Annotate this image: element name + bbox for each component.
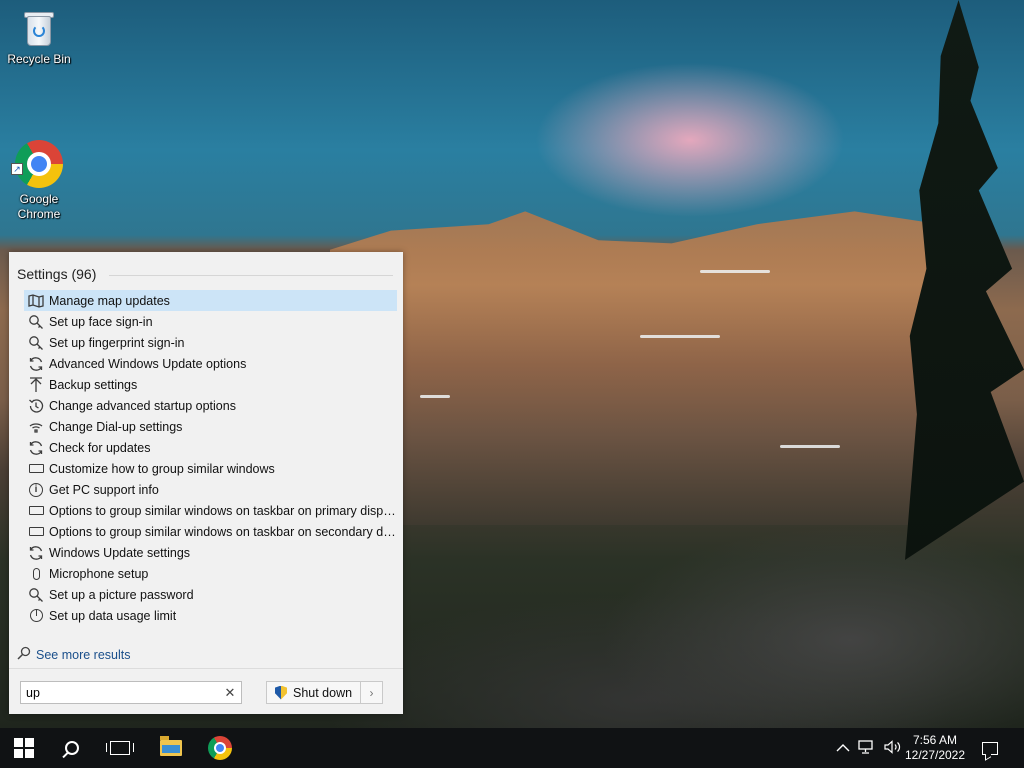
upload-arrow-icon xyxy=(28,376,44,393)
wallpaper-snow xyxy=(640,335,720,338)
desktop-icon-recycle-bin[interactable]: Recycle Bin xyxy=(1,8,77,67)
taskbar-icon xyxy=(28,503,44,519)
sync-icon xyxy=(28,545,44,561)
desktop-icon-label: Recycle Bin xyxy=(7,52,71,66)
key-search-icon xyxy=(28,335,44,351)
shutdown-button[interactable]: Shut down xyxy=(267,682,360,703)
search-bottom-bar: ✕ Shut down › xyxy=(9,668,403,714)
result-label: Set up face sign-in xyxy=(49,314,153,329)
chrome-taskbar-button[interactable] xyxy=(196,728,244,768)
result-item-advanced-startup[interactable]: Change advanced startup options xyxy=(24,395,397,416)
result-item-backup-settings[interactable]: Backup settings xyxy=(24,374,397,395)
result-item-customize-group-windows[interactable]: Customize how to group similar windows xyxy=(24,458,397,479)
result-label: Set up fingerprint sign-in xyxy=(49,335,185,350)
result-label: Check for updates xyxy=(49,440,151,455)
action-center-button[interactable] xyxy=(975,728,1005,768)
sync-icon xyxy=(28,440,44,456)
map-icon xyxy=(28,293,44,309)
taskbar-search-button[interactable] xyxy=(48,728,96,768)
dialup-icon xyxy=(28,419,44,435)
search-input[interactable] xyxy=(21,685,219,700)
result-item-check-for-updates[interactable]: Check for updates xyxy=(24,437,397,458)
result-label: Set up data usage limit xyxy=(49,608,177,623)
section-title: Settings (96) xyxy=(17,266,97,282)
key-search-icon xyxy=(28,587,44,603)
result-item-manage-map-updates[interactable]: Manage map updates xyxy=(24,290,397,311)
result-item-picture-password[interactable]: Set up a picture password xyxy=(24,584,397,605)
start-button[interactable] xyxy=(0,728,48,768)
result-label: Customize how to group similar windows xyxy=(49,461,275,476)
network-icon[interactable] xyxy=(858,739,876,757)
folder-icon xyxy=(160,736,182,756)
notification-icon xyxy=(982,741,998,755)
result-item-microphone-setup[interactable]: Microphone setup xyxy=(24,563,397,584)
key-search-icon xyxy=(28,314,44,330)
clock[interactable]: 7:56 AM 12/27/2022 xyxy=(900,728,970,768)
windows-logo-icon xyxy=(14,738,34,758)
search-box: ✕ xyxy=(20,681,242,704)
result-label: Set up a picture password xyxy=(49,587,194,602)
shutdown-button-group: Shut down › xyxy=(266,681,383,704)
result-label: Windows Update settings xyxy=(49,545,191,560)
result-item-group-windows-secondary[interactable]: Options to group similar windows on task… xyxy=(24,521,397,542)
search-panel: Settings (96) Manage map updates Set up … xyxy=(9,252,403,714)
result-item-pc-support-info[interactable]: i Get PC support info xyxy=(24,479,397,500)
result-item-dialup-settings[interactable]: Change Dial-up settings xyxy=(24,416,397,437)
history-icon xyxy=(28,398,44,414)
result-item-face-sign-in[interactable]: Set up face sign-in xyxy=(24,311,397,332)
clock-time: 7:56 AM xyxy=(912,733,958,747)
see-more-label: See more results xyxy=(36,647,131,662)
result-label: Options to group similar windows on task… xyxy=(49,503,397,518)
results-list: Manage map updates Set up face sign-in S… xyxy=(24,290,397,626)
taskbar: 7:56 AM 12/27/2022 xyxy=(0,728,1024,768)
clear-icon[interactable]: ✕ xyxy=(219,685,241,701)
result-label: Advanced Windows Update options xyxy=(49,356,247,371)
result-label: Backup settings xyxy=(49,377,138,392)
desktop-icon-chrome[interactable]: ↗ Google Chrome xyxy=(1,110,77,222)
system-tray xyxy=(832,728,906,768)
microphone-icon xyxy=(28,566,44,582)
result-label: Change Dial-up settings xyxy=(49,419,183,434)
wallpaper-mountain xyxy=(330,211,940,525)
shortcut-arrow-icon: ↗ xyxy=(11,163,23,175)
result-label: Microphone setup xyxy=(49,566,149,581)
chevron-up-icon[interactable] xyxy=(836,741,850,756)
result-item-data-usage-limit[interactable]: Set up data usage limit xyxy=(24,605,397,626)
task-view-button[interactable] xyxy=(96,728,144,768)
result-item-fingerprint-sign-in[interactable]: Set up fingerprint sign-in xyxy=(24,332,397,353)
shield-icon xyxy=(275,685,287,700)
taskbar-icon xyxy=(28,461,44,477)
clock-date: 12/27/2022 xyxy=(904,748,966,762)
result-item-group-windows-primary[interactable]: Options to group similar windows on task… xyxy=(24,500,397,521)
wallpaper-snow xyxy=(420,395,450,398)
section-divider xyxy=(109,275,393,276)
chrome-icon xyxy=(208,736,232,760)
search-icon xyxy=(65,741,79,755)
result-label: Get PC support info xyxy=(49,482,159,497)
shutdown-options-arrow[interactable]: › xyxy=(360,682,382,703)
wallpaper-snow xyxy=(700,270,770,273)
shutdown-label: Shut down xyxy=(293,685,353,700)
file-explorer-button[interactable] xyxy=(147,728,195,768)
task-view-icon xyxy=(106,741,134,755)
wallpaper-snow xyxy=(780,445,840,448)
result-label: Options to group similar windows on task… xyxy=(49,524,397,539)
result-item-windows-update-settings[interactable]: Windows Update settings xyxy=(24,542,397,563)
recycle-bin-icon xyxy=(22,8,56,48)
chevron-right-icon: › xyxy=(369,685,374,700)
see-more-results-link[interactable]: See more results xyxy=(17,646,130,663)
info-icon: i xyxy=(28,482,44,498)
result-label: Manage map updates xyxy=(49,293,170,308)
result-item-advanced-windows-update[interactable]: Advanced Windows Update options xyxy=(24,353,397,374)
taskbar-icon xyxy=(28,524,44,540)
result-label: Change advanced startup options xyxy=(49,398,236,413)
sync-icon xyxy=(28,356,44,372)
pie-chart-icon xyxy=(28,608,44,624)
search-icon xyxy=(17,646,31,663)
